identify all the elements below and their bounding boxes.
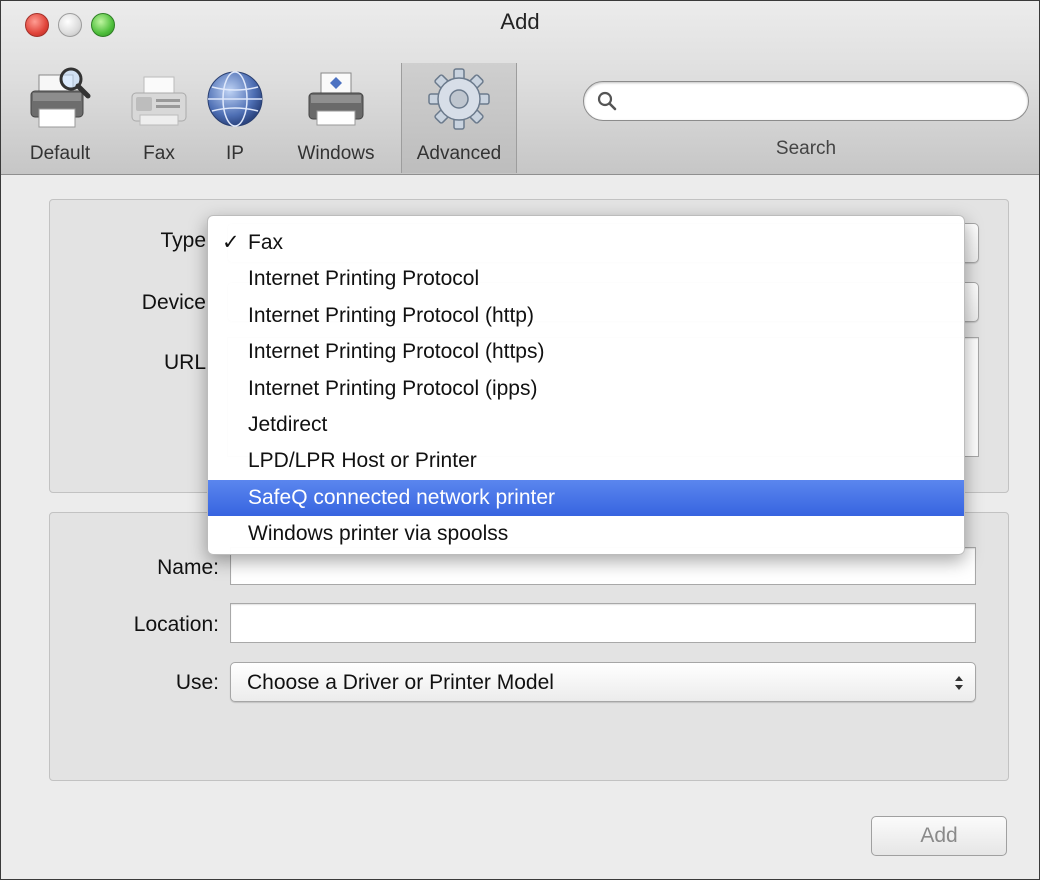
location-input[interactable] [230,603,976,643]
windows-printer-icon [308,72,364,126]
menu-item-safeq[interactable]: SafeQ connected network printer [208,479,964,517]
menu-item-label: Fax [248,231,284,254]
menu-item-ipp-https[interactable]: Internet Printing Protocol (https) [208,334,964,370]
use-popup-value: Choose a Driver or Printer Model [247,671,554,694]
device-label: Device [141,291,206,314]
use-label: Use: [175,671,219,694]
menu-item-ipp-http[interactable]: Internet Printing Protocol (http) [208,298,964,334]
window-title: Add [500,9,540,34]
add-printer-window: Add Default Fax IP Windows Advanced Sear… [0,0,1040,880]
add-button[interactable]: Add [871,816,1007,856]
location-label: Location: [133,613,219,636]
fax-icon [131,76,187,126]
url-label: URL [163,351,206,374]
toolbar-default-button[interactable]: Default [1,63,119,173]
search-icon [597,91,617,111]
menu-item-label: Windows printer via spoolss [248,522,509,546]
menu-item-jetdirect[interactable]: Jetdirect [208,407,964,443]
toolbar-label: Advanced [416,143,502,164]
search-label: Search [775,138,837,159]
globe-icon [207,71,263,127]
type-dropdown-menu: ✓ Fax Internet Printing Protocol Interne… [207,215,965,555]
toolbar-advanced-button[interactable]: Advanced [401,63,517,173]
toolbar-windows-button[interactable]: Windows [271,63,401,173]
menu-item-ipp-ipps[interactable]: Internet Printing Protocol (ipps) [208,371,964,407]
search-field[interactable] [583,81,1029,121]
gear-icon [428,68,490,130]
menu-item-label: Internet Printing Protocol [248,267,480,291]
menu-item-ipp[interactable]: Internet Printing Protocol [208,261,964,297]
printer-magnifier-icon [30,67,91,128]
menu-item-label: Jetdirect [248,412,328,436]
toolbar-label: IP [226,143,244,164]
menu-item-windows-spoolss[interactable]: Windows printer via spoolss [208,516,964,552]
menu-item-label: SafeQ connected network printer [248,485,556,509]
use-popup[interactable]: Choose a Driver or Printer Model [230,662,976,702]
search-input[interactable] [624,88,1018,116]
toolbar-ip-button[interactable]: IP [199,63,271,173]
menu-item-label: LPD/LPR Host or Printer [248,449,477,473]
menu-item-fax[interactable]: ✓ Fax [208,225,964,261]
checkmark-icon: ✓ [222,231,240,254]
toolbar-label: Windows [297,143,375,164]
name-label: Name: [157,556,219,579]
toolbar: Add Default Fax IP Windows Advanced Sear… [1,1,1039,175]
type-label: Type [160,229,206,252]
toolbar-label: Default [29,143,91,164]
toolbar-label: Fax [143,143,175,164]
menu-item-label: Internet Printing Protocol (http) [248,303,534,327]
popup-arrows-icon [955,676,963,690]
toolbar-fax-button[interactable]: Fax [119,63,199,173]
menu-item-lpd-lpr[interactable]: LPD/LPR Host or Printer [208,443,964,479]
menu-item-label: Internet Printing Protocol (https) [248,340,545,364]
menu-item-label: Internet Printing Protocol (ipps) [248,376,538,400]
